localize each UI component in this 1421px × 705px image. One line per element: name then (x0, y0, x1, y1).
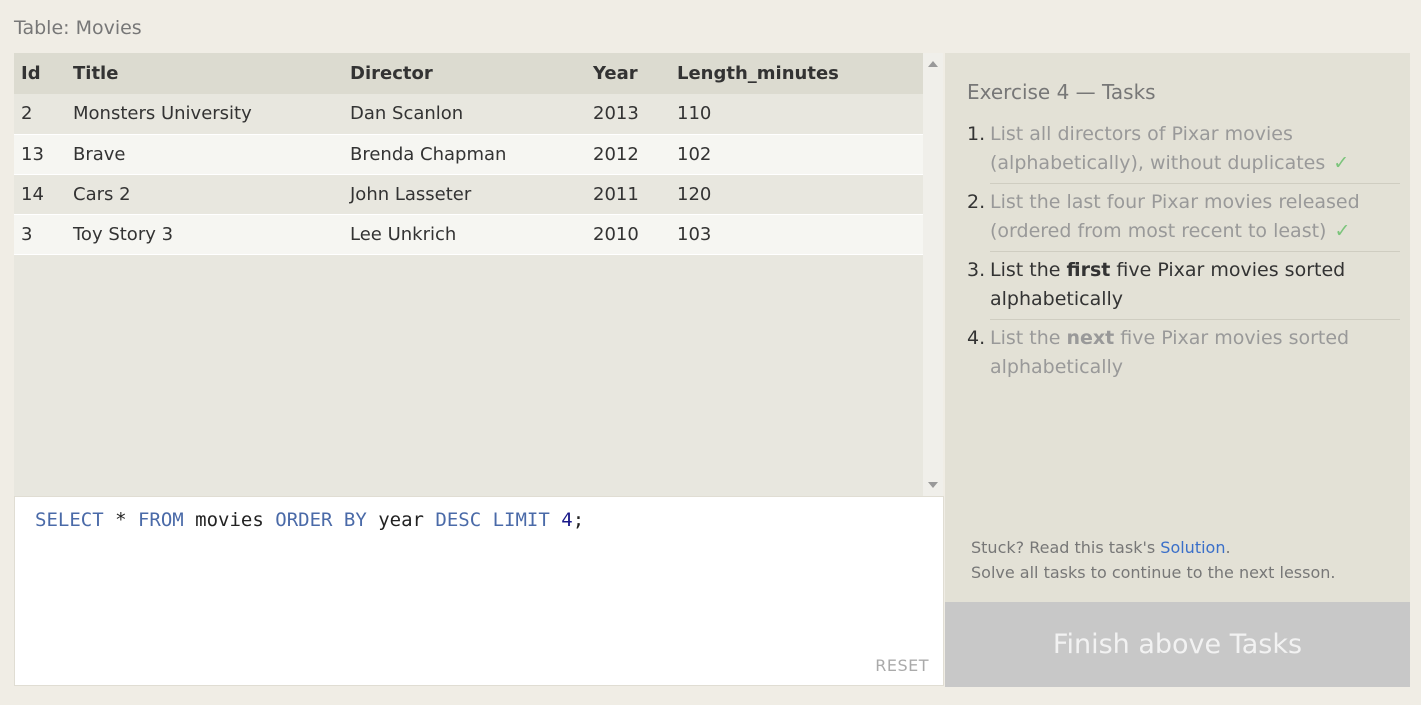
task-number: 3. (967, 259, 986, 281)
results-panel: Id Title Director Year Length_minutes 2 … (14, 53, 943, 496)
task-text-bold: first (1066, 259, 1111, 281)
tasks-panel: Exercise 4 — Tasks 1. List all directors… (945, 53, 1410, 602)
cell-year: 2010 (593, 223, 639, 245)
help-prefix: Stuck? Read this task's (971, 538, 1161, 557)
cell-title: Monsters University (73, 103, 252, 125)
column-header-title: Title (73, 63, 119, 84)
cell-length: 102 (677, 143, 712, 165)
table-header-row: Id Title Director Year Length_minutes (14, 53, 923, 94)
cell-director: Dan Scanlon (350, 103, 464, 125)
results-table: Id Title Director Year Length_minutes 2 … (14, 53, 923, 255)
task-text: List the (990, 327, 1067, 349)
task-number: 2. (967, 191, 986, 213)
sql-keyword: FROM (137, 509, 184, 531)
reset-button[interactable]: RESET (875, 656, 929, 675)
help-suffix: . (1225, 538, 1231, 557)
task-number: 1. (967, 123, 986, 145)
checkmark-icon: ✓ (1333, 152, 1350, 174)
sql-number: 4 (561, 509, 573, 531)
column-header-length: Length_minutes (677, 63, 839, 84)
cell-length: 110 (677, 103, 712, 125)
results-scrollbar[interactable] (923, 53, 943, 496)
column-header-year: Year (593, 63, 638, 84)
task-text: List the (990, 259, 1067, 281)
sql-query-text[interactable]: SELECT * FROM movies ORDER BY year DESC … (35, 509, 584, 531)
task-text-bold: next (1066, 327, 1115, 349)
sql-column-name: year (366, 509, 436, 531)
cell-year: 2012 (593, 143, 639, 165)
scroll-up-arrow-icon[interactable] (928, 61, 938, 67)
task-item: 1. List all directors of Pixar movies (a… (967, 120, 1400, 184)
cell-director: Brenda Chapman (350, 143, 507, 165)
help-line-2: Solve all tasks to continue to the next … (971, 563, 1336, 582)
cell-year: 2011 (593, 183, 639, 205)
task-item: 4. List the next five Pixar movies sorte… (967, 324, 1400, 388)
sql-semicolon: ; (572, 509, 585, 531)
task-list: 1. List all directors of Pixar movies (a… (967, 120, 1400, 392)
finish-tasks-button[interactable]: Finish above Tasks (945, 602, 1410, 687)
table-row: 14 Cars 2 John Lasseter 2011 120 (14, 174, 923, 214)
cell-title: Toy Story 3 (73, 223, 174, 245)
table-title: Table: Movies (14, 17, 142, 39)
cell-director: John Lasseter (350, 183, 472, 205)
cell-title: Brave (73, 143, 126, 165)
cell-id: 3 (21, 223, 33, 245)
sql-keyword: DESC (435, 509, 482, 531)
sql-keyword: SELECT (35, 509, 104, 531)
sql-star: * (103, 509, 138, 531)
checkmark-icon: ✓ (1334, 220, 1351, 242)
task-number: 4. (967, 327, 986, 349)
cell-length: 120 (677, 183, 712, 205)
task-item: 3. List the first five Pixar movies sort… (967, 256, 1400, 320)
column-header-director: Director (350, 63, 433, 84)
table-row: 2 Monsters University Dan Scanlon 2013 1… (14, 94, 923, 134)
cell-id: 13 (21, 143, 44, 165)
column-header-id: Id (21, 63, 41, 84)
table-row: 13 Brave Brenda Chapman 2012 102 (14, 134, 923, 174)
tasks-title: Exercise 4 — Tasks (967, 80, 1156, 104)
sql-editor[interactable]: SELECT * FROM movies ORDER BY year DESC … (14, 496, 944, 686)
sql-keyword: ORDER BY (275, 509, 367, 531)
cell-length: 103 (677, 223, 712, 245)
task-item: 2. List the last four Pixar movies relea… (967, 188, 1400, 252)
help-text: Stuck? Read this task's Solution. Solve … (971, 535, 1335, 585)
task-text: List all directors of Pixar movies (alph… (990, 123, 1326, 174)
cell-director: Lee Unkrich (350, 223, 457, 245)
cell-title: Cars 2 (73, 183, 131, 205)
sql-table-name: movies (183, 509, 276, 531)
task-text: List the last four Pixar movies released… (990, 191, 1360, 242)
cell-id: 14 (21, 183, 44, 205)
scroll-down-arrow-icon[interactable] (928, 482, 938, 488)
cell-id: 2 (21, 103, 33, 125)
cell-year: 2013 (593, 103, 639, 125)
solution-link[interactable]: Solution (1160, 538, 1225, 557)
table-row: 3 Toy Story 3 Lee Unkrich 2010 103 (14, 214, 923, 254)
sql-keyword: LIMIT (481, 509, 562, 531)
